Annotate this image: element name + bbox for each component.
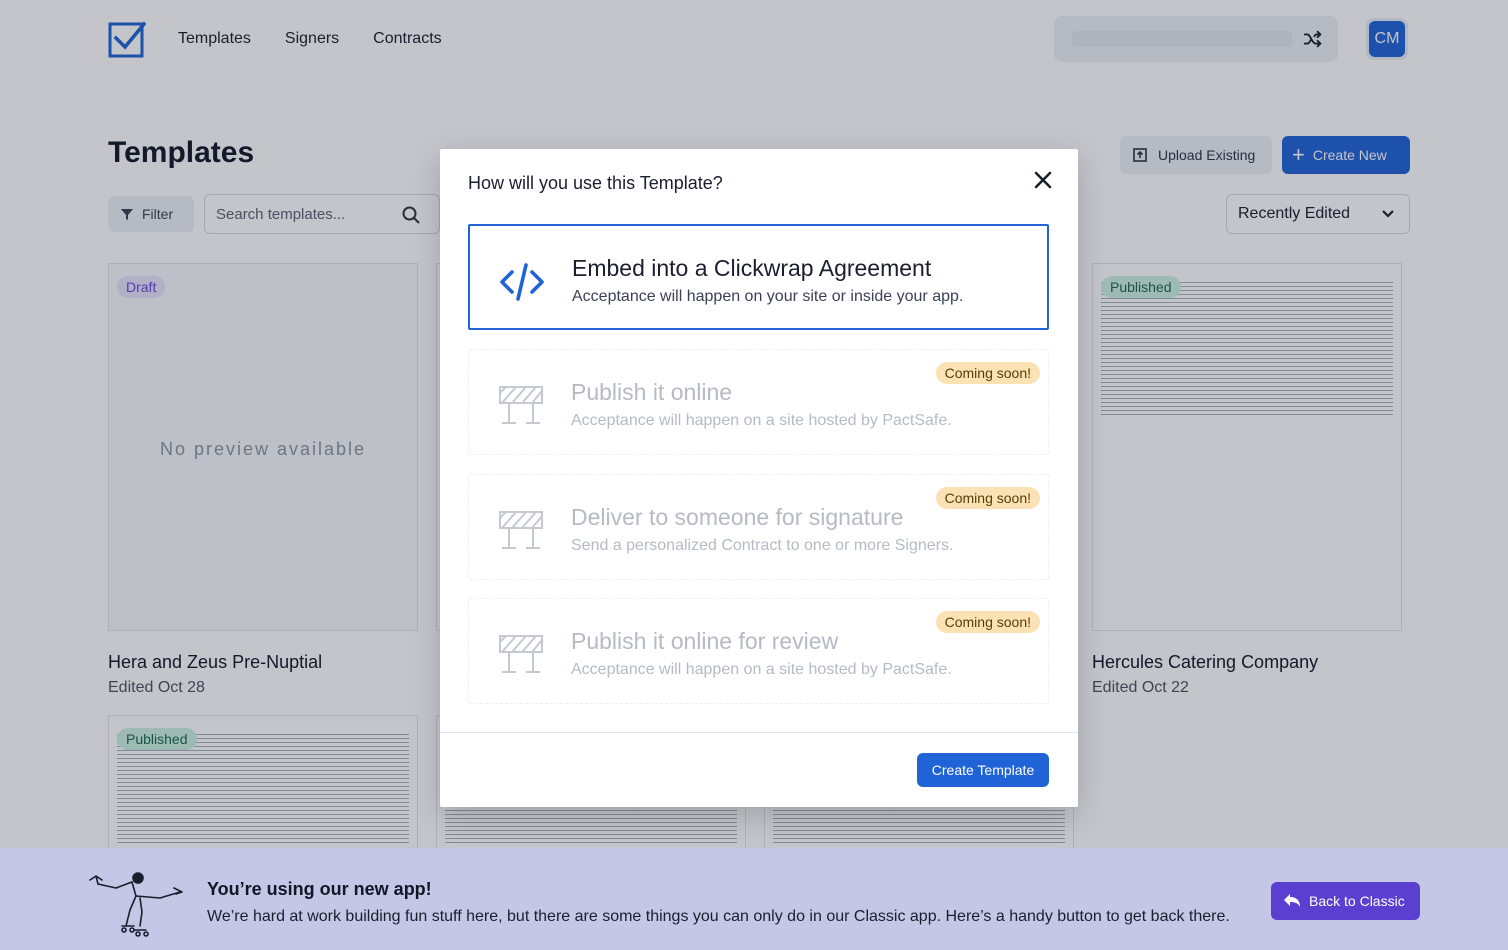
skater-illustration-icon — [89, 872, 183, 937]
back-to-classic-label: Back to Classic — [1309, 893, 1405, 909]
banner-text: We’re hard at work building fun stuff he… — [207, 908, 1230, 925]
new-app-banner: You’re using our new app! We’re hard at … — [0, 848, 1508, 950]
back-arrow-icon — [1284, 894, 1300, 907]
close-icon[interactable] — [1032, 169, 1054, 191]
banner-title: You’re using our new app! — [207, 879, 432, 899]
option-description: Send a personalized Contract to one or m… — [571, 537, 954, 554]
create-template-button[interactable]: Create Template — [917, 753, 1049, 787]
template-usage-modal: How will you use this Template? Embed in… — [440, 149, 1078, 807]
coming-soon-badge: Coming soon! — [935, 487, 1040, 509]
option-description: Acceptance will happen on your site or i… — [572, 288, 964, 305]
option-title: Embed into a Clickwrap Agreement — [572, 255, 932, 281]
code-icon — [500, 263, 544, 301]
barrier-icon — [499, 511, 543, 549]
option-description: Acceptance will happen on a site hosted … — [571, 661, 952, 678]
option-description: Acceptance will happen on a site hosted … — [571, 412, 952, 429]
option-title: Publish it online — [571, 379, 733, 405]
option-deliver-signature: Deliver to someone for signature Send a … — [468, 474, 1049, 580]
barrier-icon — [499, 386, 543, 424]
option-publish-online: Publish it online Acceptance will happen… — [468, 349, 1049, 455]
coming-soon-badge: Coming soon! — [935, 611, 1040, 633]
coming-soon-badge: Coming soon! — [935, 362, 1040, 384]
modal-title: How will you use this Template? — [468, 173, 723, 193]
option-title: Deliver to someone for signature — [571, 504, 904, 530]
modal-divider — [440, 732, 1078, 733]
option-title: Publish it online for review — [571, 628, 839, 654]
barrier-icon — [499, 635, 543, 673]
option-embed-clickwrap[interactable]: Embed into a Clickwrap Agreement Accepta… — [468, 224, 1049, 330]
option-publish-review: Publish it online for review Acceptance … — [468, 598, 1049, 704]
back-to-classic-button[interactable]: Back to Classic — [1271, 882, 1420, 920]
